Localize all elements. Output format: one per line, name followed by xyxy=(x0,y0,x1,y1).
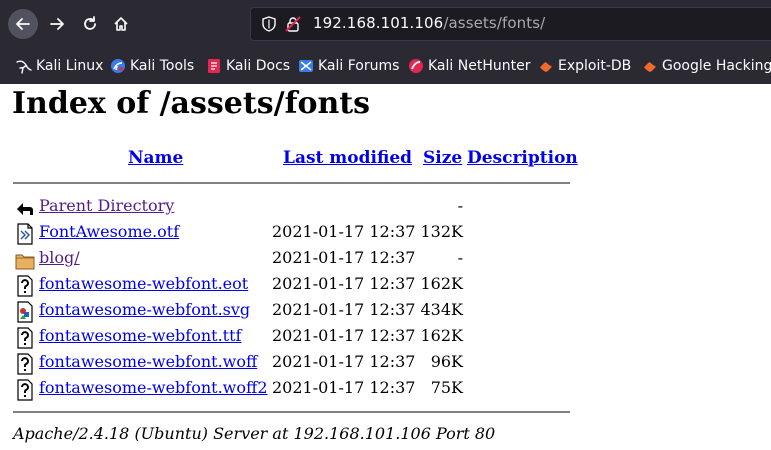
unknown-file-icon xyxy=(17,353,33,375)
url-host: 192.168.101.106 xyxy=(313,14,444,32)
table-row: fontawesome-webfont.woff2 2021-01-17 12:… xyxy=(0,376,600,402)
bookmark-label: Kali Forums xyxy=(318,58,400,74)
back-arrow-icon xyxy=(16,18,30,30)
file-date: 2021-01-17 12:37 xyxy=(272,378,416,397)
file-link[interactable]: fontawesome-webfont.ttf xyxy=(39,326,241,345)
bookmark-kali-tools[interactable]: Kali Tools xyxy=(110,48,194,84)
file-icon xyxy=(17,223,33,245)
google-hacking-icon xyxy=(644,62,656,72)
sort-by-name-link[interactable]: Name xyxy=(128,148,183,168)
url-text[interactable]: 192.168.101.106/assets/fonts/ xyxy=(313,14,545,32)
bookmark-kali-forums[interactable]: Kali Forums xyxy=(298,48,399,84)
header-divider xyxy=(13,182,570,184)
file-link[interactable]: blog/ xyxy=(39,248,80,267)
unknown-file-icon xyxy=(17,327,33,349)
file-size: 162K xyxy=(420,274,464,293)
kali-docs-icon xyxy=(208,59,220,73)
unknown-file-icon xyxy=(17,275,33,297)
file-date: 2021-01-17 12:37 xyxy=(272,274,416,293)
folder-icon xyxy=(15,254,35,270)
url-path: /assets/fonts/ xyxy=(443,14,546,32)
file-date: 2021-01-17 12:37 xyxy=(272,248,416,267)
table-row: fontawesome-webfont.svg 2021-01-17 12:37… xyxy=(0,298,600,324)
kali-nethunter-icon xyxy=(409,59,423,73)
kali-dragon-icon xyxy=(16,60,32,74)
file-link[interactable]: fontawesome-webfont.woff2 xyxy=(39,378,268,397)
file-size: 132K xyxy=(420,222,464,241)
shield-icon[interactable] xyxy=(261,16,277,32)
image-file-icon xyxy=(17,301,33,323)
file-link[interactable]: fontawesome-webfont.svg xyxy=(39,300,250,319)
file-size: 434K xyxy=(420,300,464,319)
kali-tools-icon xyxy=(111,59,125,73)
server-signature: Apache/2.4.18 (Ubuntu) Server at 192.168… xyxy=(13,424,496,443)
file-link[interactable]: FontAwesome.otf xyxy=(39,222,179,241)
bookmark-label: Kali Linux xyxy=(36,58,104,74)
table-row: Parent Directory - xyxy=(0,194,600,220)
home-button[interactable] xyxy=(106,9,136,39)
table-row: fontawesome-webfont.woff 2021-01-17 12:3… xyxy=(0,350,600,376)
page-content: Index of /assets/fonts Name Last modifie… xyxy=(0,84,771,450)
bookmark-label: Kali Tools xyxy=(130,58,195,74)
back-button[interactable] xyxy=(8,9,38,39)
bookmark-kali-nethunter[interactable]: Kali NetHunter xyxy=(408,48,530,84)
file-size: 75K xyxy=(430,378,463,397)
file-size: 96K xyxy=(430,352,463,371)
file-date: 2021-01-17 12:37 xyxy=(272,300,416,319)
file-size: - xyxy=(457,196,463,215)
bookmark-google-hacking[interactable]: Google Hacking xyxy=(642,48,771,84)
table-row: fontawesome-webfont.ttf 2021-01-17 12:37… xyxy=(0,324,600,350)
bookmark-kali-docs[interactable]: Kali Docs xyxy=(206,48,290,84)
reload-button[interactable] xyxy=(75,9,105,39)
bookmark-label: Exploit-DB xyxy=(558,58,632,74)
bookmark-exploit-db[interactable]: Exploit-DB xyxy=(538,48,631,84)
table-row: blog/ 2021-01-17 12:37 - xyxy=(0,246,600,272)
file-link[interactable]: fontawesome-webfont.woff xyxy=(39,352,257,371)
reload-icon xyxy=(84,16,96,30)
table-row: fontawesome-webfont.eot 2021-01-17 12:37… xyxy=(0,272,600,298)
url-bar[interactable]: 192.168.101.106/assets/fonts/ xyxy=(250,7,771,41)
bookmark-label: Kali Docs xyxy=(226,58,291,74)
file-link[interactable]: fontawesome-webfont.eot xyxy=(39,274,248,293)
unknown-file-icon xyxy=(17,379,33,401)
sort-by-size-link[interactable]: Size xyxy=(423,148,462,168)
forward-button[interactable] xyxy=(42,9,72,39)
home-icon xyxy=(114,17,128,31)
back-arrow-icon xyxy=(17,203,33,215)
bookmark-label: Google Hacking xyxy=(662,58,771,74)
forward-arrow-icon xyxy=(50,18,64,30)
kali-forums-icon xyxy=(299,60,313,72)
table-row: FontAwesome.otf 2021-01-17 12:37 132K xyxy=(0,220,600,246)
insecure-lock-icon[interactable] xyxy=(285,16,301,32)
bookmark-label: Kali NetHunter xyxy=(428,58,531,74)
sort-by-description-link[interactable]: Description xyxy=(467,148,578,168)
bookmark-kali-linux[interactable]: Kali Linux xyxy=(16,48,103,84)
bookmarks-bar: Kali Linux Kali Tools Kali Docs Kali For… xyxy=(0,48,771,84)
browser-chrome: 192.168.101.106/assets/fonts/ Kali Linux… xyxy=(0,0,771,84)
file-date: 2021-01-17 12:37 xyxy=(272,326,416,345)
sort-by-last-modified-link[interactable]: Last modified xyxy=(283,148,412,168)
browser-toolbar: 192.168.101.106/assets/fonts/ xyxy=(0,0,771,48)
page-title: Index of /assets/fonts xyxy=(12,86,371,121)
file-size: - xyxy=(457,248,463,267)
file-date: 2021-01-17 12:37 xyxy=(272,352,416,371)
footer-divider xyxy=(13,411,570,413)
file-link[interactable]: Parent Directory xyxy=(39,196,174,215)
file-date: 2021-01-17 12:37 xyxy=(272,222,416,241)
exploit-db-icon xyxy=(540,62,552,72)
file-size: 162K xyxy=(420,326,464,345)
